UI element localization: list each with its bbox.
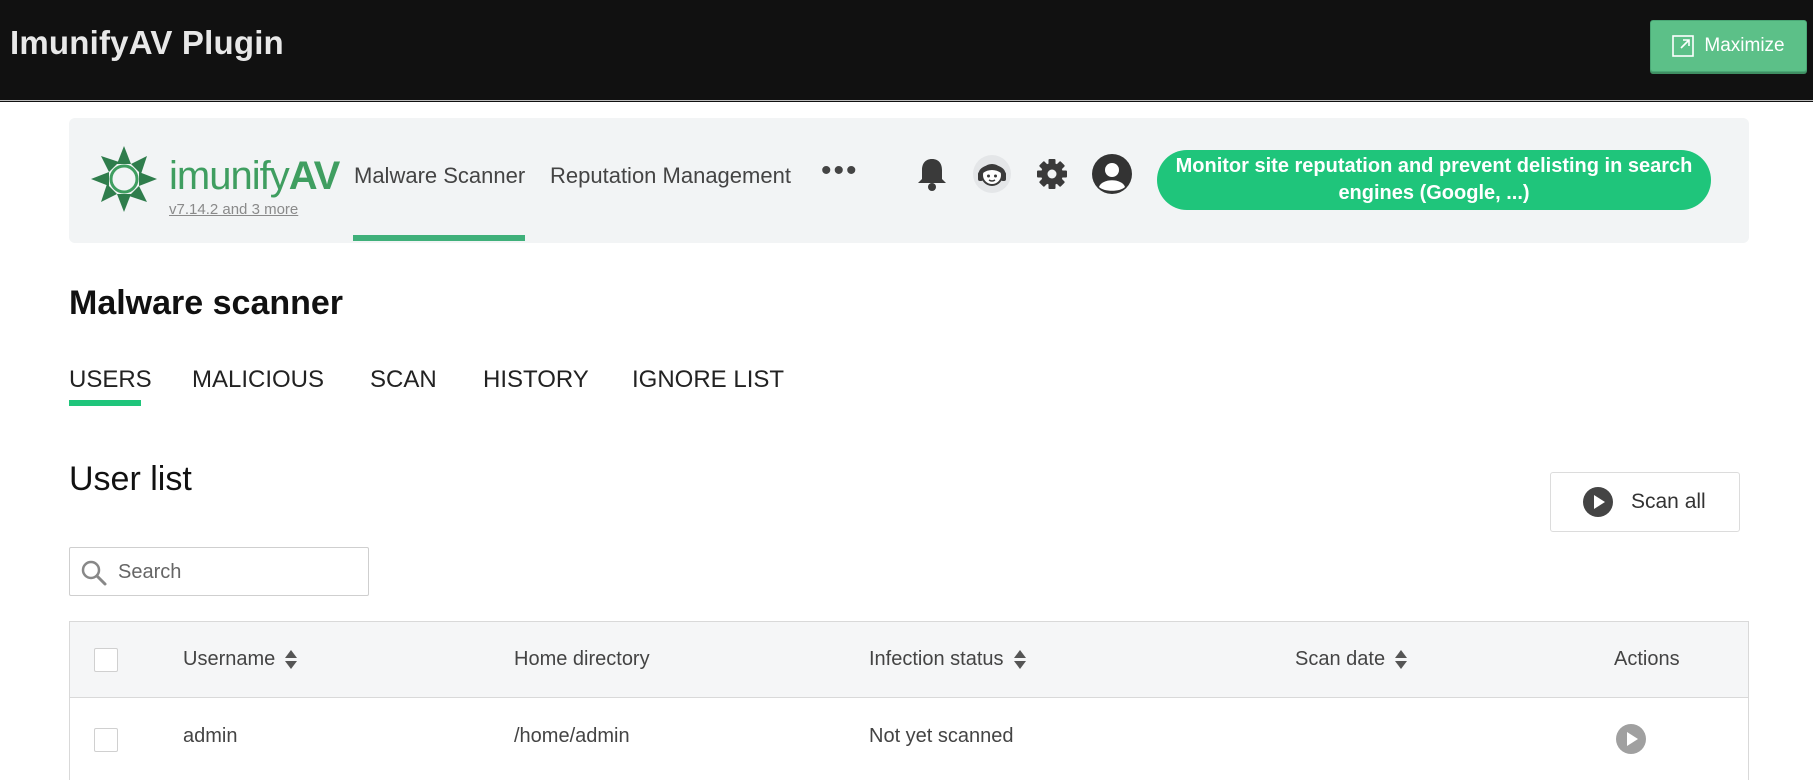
active-tab-indicator	[69, 400, 141, 406]
user-avatar-icon[interactable]	[1092, 154, 1132, 194]
brand-suffix: AV	[288, 154, 341, 198]
user-table: Username Home directory Infection status…	[69, 621, 1749, 780]
imunify-logo-icon	[91, 146, 157, 212]
table-row: admin /home/admin Not yet scanned	[70, 699, 1748, 781]
section-title: User list	[69, 460, 192, 498]
column-actions: Actions	[1614, 648, 1680, 671]
scan-all-button[interactable]: Scan all	[1550, 472, 1740, 532]
column-username[interactable]: Username	[183, 648, 298, 671]
tab-scan[interactable]: SCAN	[370, 366, 437, 394]
column-infection-status[interactable]: Infection status	[869, 648, 1026, 671]
table-header: Username Home directory Infection status…	[70, 622, 1748, 698]
gear-icon[interactable]	[1032, 154, 1072, 194]
column-scan-date[interactable]: Scan date	[1295, 648, 1408, 671]
search-box[interactable]	[69, 547, 369, 596]
page-title: Malware scanner	[69, 284, 344, 322]
column-status-label: Infection status	[869, 648, 1004, 670]
sort-icon	[1013, 650, 1026, 669]
tab-history[interactable]: HISTORY	[483, 366, 589, 394]
support-agent-icon[interactable]	[972, 154, 1012, 194]
maximize-icon	[1672, 35, 1695, 57]
window-title: ImunifyAV Plugin	[10, 24, 284, 61]
column-scan-date-label: Scan date	[1295, 648, 1386, 670]
cell-infection-status: Not yet scanned	[869, 725, 1014, 747]
tab-users[interactable]: USERS	[69, 366, 152, 394]
cell-username: admin	[183, 725, 238, 747]
sort-icon	[1395, 650, 1408, 669]
column-actions-label: Actions	[1614, 648, 1680, 670]
nav-reputation-management[interactable]: Reputation Management	[550, 163, 791, 189]
promo-button[interactable]: Monitor site reputation and prevent deli…	[1157, 150, 1711, 210]
sort-icon	[285, 650, 298, 669]
search-icon	[81, 560, 107, 586]
version-link[interactable]: v7.14.2 and 3 more	[169, 201, 298, 218]
nav-malware-scanner[interactable]: Malware Scanner	[354, 163, 525, 189]
play-icon	[1583, 487, 1613, 517]
row-checkbox[interactable]	[94, 728, 118, 752]
cell-home-directory: /home/admin	[514, 725, 630, 747]
scan-user-play-icon[interactable]	[1616, 724, 1646, 754]
maximize-button[interactable]: Maximize	[1650, 20, 1807, 72]
column-home-label: Home directory	[514, 648, 650, 670]
column-username-label: Username	[183, 648, 276, 670]
search-input[interactable]	[118, 556, 358, 588]
more-menu-button[interactable]: •••	[821, 154, 859, 188]
app-header: imunifyAV v7.14.2 and 3 more Malware Sca…	[69, 118, 1749, 243]
brand-name-text: imunify	[169, 154, 290, 198]
titlebar-divider	[0, 100, 1813, 101]
nav-active-indicator	[353, 235, 525, 241]
tab-ignore-list[interactable]: IGNORE LIST	[632, 366, 784, 394]
maximize-label: Maximize	[1704, 35, 1785, 56]
select-all-checkbox[interactable]	[94, 648, 118, 672]
window-titlebar: ImunifyAV Plugin Maximize	[0, 0, 1813, 102]
brand-name: imunifyAV	[169, 154, 341, 199]
column-home-directory: Home directory	[514, 648, 650, 671]
scan-all-label: Scan all	[1631, 490, 1706, 513]
tab-malicious[interactable]: MALICIOUS	[192, 366, 324, 394]
bell-icon[interactable]	[912, 154, 952, 194]
